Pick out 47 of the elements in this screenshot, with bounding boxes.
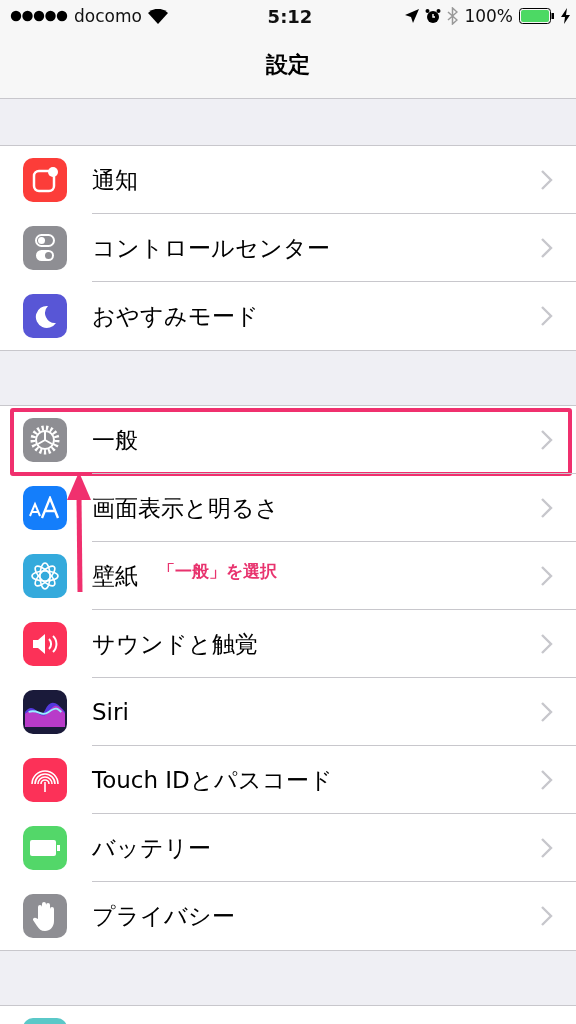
settings-row[interactable]: Siri xyxy=(0,678,576,746)
row-label: コントロールセンター xyxy=(92,233,330,263)
settings-row[interactable]: コントロールセンター xyxy=(0,214,576,282)
flower-icon xyxy=(29,560,61,592)
battery-percentage: 100% xyxy=(464,6,513,26)
notification-icon xyxy=(30,165,60,195)
settings-row[interactable]: サウンドと触覚 xyxy=(0,610,576,678)
text-size-icon xyxy=(28,496,62,520)
page-title: 設定 xyxy=(266,51,310,79)
wifi-icon xyxy=(147,8,168,24)
chevron-icon xyxy=(540,497,554,519)
chevron-icon xyxy=(540,169,554,191)
row-label: 一般 xyxy=(92,425,138,455)
chevron-icon xyxy=(540,633,554,655)
row-label: バッテリー xyxy=(92,833,211,863)
signal-icon xyxy=(10,10,68,22)
location-arrow-icon xyxy=(405,9,420,23)
settings-row[interactable]: プライバシー xyxy=(0,882,576,950)
row-label: 壁紙 xyxy=(92,561,138,591)
chevron-icon xyxy=(540,701,554,723)
chevron-icon xyxy=(540,769,554,791)
settings-row[interactable]: 画面表示と明るさ xyxy=(0,474,576,542)
settings-row[interactable]: 一般 xyxy=(0,406,576,474)
carrier-name: docomo xyxy=(74,6,142,26)
row-label: 画面表示と明るさ xyxy=(92,493,279,523)
settings-row[interactable]: Touch IDとパスコード xyxy=(0,746,576,814)
row-label: サウンドと触覚 xyxy=(92,629,258,659)
annotation-text: 「一般」を選択 xyxy=(158,560,277,583)
settings-row[interactable]: 通知 xyxy=(0,146,576,214)
row-label: Touch IDとパスコード xyxy=(92,765,333,795)
settings-row[interactable]: おやすみモード xyxy=(0,282,576,350)
battery-icon xyxy=(519,8,555,24)
chevron-icon xyxy=(540,565,554,587)
row-label: プライバシー xyxy=(92,901,235,931)
clock-time: 5:12 xyxy=(267,5,313,27)
row-label: Siri xyxy=(92,699,129,725)
row-label: おやすみモード xyxy=(92,301,259,331)
bluetooth-icon xyxy=(447,7,459,25)
chevron-icon xyxy=(540,905,554,927)
battery-icon xyxy=(29,839,61,857)
chevron-icon xyxy=(540,837,554,859)
chevron-icon xyxy=(540,237,554,259)
row-label: 通知 xyxy=(92,165,138,195)
chevron-icon xyxy=(540,305,554,327)
alarm-icon xyxy=(425,8,442,24)
settings-row[interactable]: バッテリー xyxy=(0,814,576,882)
chevron-icon xyxy=(540,429,554,451)
